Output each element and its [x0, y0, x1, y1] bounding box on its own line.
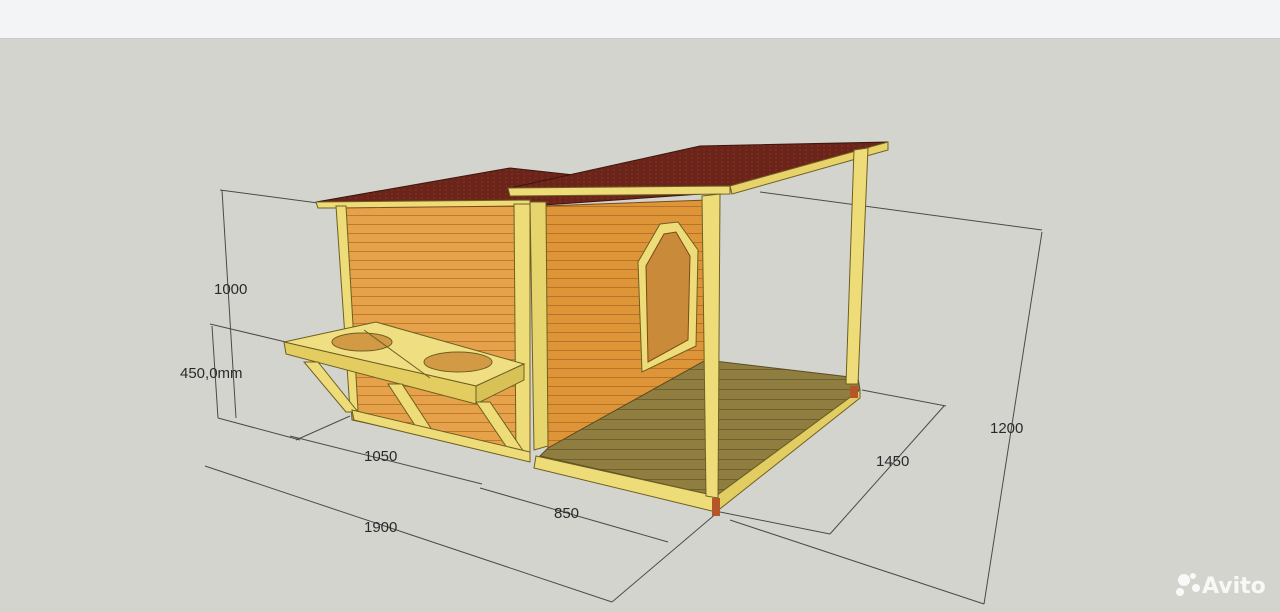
avito-dots-logo: [1176, 573, 1200, 596]
dim-length-porch: 850: [554, 505, 579, 522]
bowl-hole-left: [331, 332, 393, 352]
avito-wordmark: Avito: [1202, 574, 1266, 599]
dim-height-shelf: 450,0mm: [180, 365, 243, 382]
dim-length-house: 1050: [364, 448, 397, 465]
dim-height-total: 1200: [990, 420, 1023, 437]
dim-height-house: 1000: [214, 281, 247, 298]
avito-watermark: Avito: [1176, 573, 1266, 599]
dim-depth-porch: 1450: [876, 453, 909, 470]
bowl-hole-right: [423, 351, 493, 373]
doghouse-drawing: 1000 450,0mm 1050 1900 850 1450 1200 Avi…: [180, 141, 1266, 605]
dim-length-total: 1900: [364, 519, 397, 536]
